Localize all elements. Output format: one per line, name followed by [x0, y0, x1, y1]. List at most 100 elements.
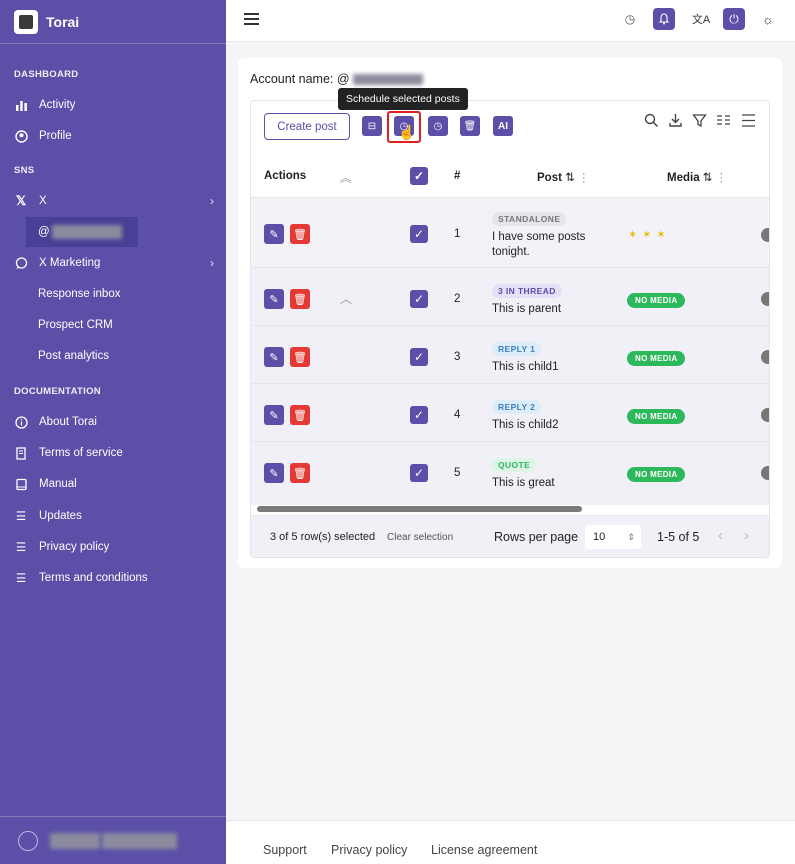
edit-icon[interactable]: ✎ [264, 405, 284, 425]
bell-icon[interactable] [653, 8, 675, 30]
row-checkbox[interactable]: ✓ [410, 406, 428, 424]
row-checkbox[interactable]: ✓ [410, 225, 428, 243]
rows-per-page-select[interactable]: 10 ⇕ [585, 525, 641, 549]
sidebar-item-activity[interactable]: Activity [14, 93, 214, 117]
row-checkbox[interactable]: ✓ [410, 290, 428, 308]
sidebar-item-about[interactable]: About Torai [14, 410, 214, 434]
footer-privacy-link[interactable]: Privacy policy [331, 843, 407, 857]
pagination-range: 1-5 of 5 [657, 530, 700, 544]
row-checkbox[interactable]: ✓ [410, 464, 428, 482]
chevron-right-icon: › [210, 194, 214, 208]
user-circle-icon [14, 129, 28, 143]
edit-icon[interactable]: ✎ [264, 463, 284, 483]
prev-page-icon[interactable]: ‹ [718, 527, 723, 544]
table-row[interactable]: ✎ 🗑 ︿ ✓ 2 3 IN THREAD This is parent NO … [251, 267, 769, 325]
table-header: Actions ︽ ✓ # Post ⇅ ⋮ Media ⇅ ⋮ [251, 157, 769, 197]
table-row[interactable]: ✎ 🗑 ✓ 1 STANDALONE I have some posts ton… [251, 197, 769, 267]
footer-support-link[interactable]: Support [263, 843, 307, 857]
section-dashboard: DASHBOARD [14, 69, 79, 80]
column-menu-icon[interactable]: ⋮ [578, 172, 590, 184]
delete-icon[interactable]: 🗑 [290, 405, 310, 425]
mouse-cursor-icon: ☝ [398, 124, 416, 140]
sidebar-item-x[interactable]: 𝕏 X › [14, 189, 214, 213]
list-icon: ☰ [15, 511, 27, 523]
sidebar-item-terms-of-service[interactable]: Terms of service [14, 441, 214, 465]
app-title: Torai [46, 13, 80, 30]
hamburger-menu-icon[interactable] [244, 13, 259, 25]
clear-selection-button[interactable]: Clear selection [387, 532, 453, 543]
next-page-icon[interactable]: › [744, 527, 749, 544]
density-menu-icon[interactable] [741, 113, 756, 131]
delete-icon[interactable]: 🗑 [290, 463, 310, 483]
post-type-tag: REPLY 2 [492, 400, 542, 414]
chevron-up-icon[interactable]: ︿ [340, 290, 352, 307]
edit-icon[interactable]: ✎ [264, 224, 284, 244]
avatar [18, 830, 38, 851]
x-account-item[interactable]: @ [26, 217, 138, 247]
sidebar-item-updates[interactable]: ☰ Updates [14, 504, 214, 528]
ai-button[interactable]: AI [493, 116, 513, 136]
row-overflow-indicator [761, 350, 769, 364]
edit-icon[interactable]: ✎ [264, 347, 284, 367]
columns-icon[interactable] [716, 113, 731, 131]
sidebar-item-prospect-crm[interactable]: Prospect CRM [38, 319, 113, 331]
sidebar-item-x-marketing[interactable]: X Marketing › [14, 251, 214, 275]
post-type-tag: 3 IN THREAD [492, 284, 562, 298]
sidebar-item-label: Manual [39, 478, 77, 490]
book-icon [14, 477, 28, 491]
row-overflow-indicator [761, 466, 769, 480]
column-menu-icon[interactable]: ⋮ [716, 172, 728, 184]
media-badge: NO MEDIA [627, 467, 686, 482]
sidebar-item-terms-and-conditions[interactable]: ☰ Terms and conditions [14, 566, 214, 590]
section-sns: SNS [14, 165, 35, 176]
delete-icon[interactable]: 🗑 [290, 224, 310, 244]
sun-icon[interactable]: ☼ [757, 8, 779, 30]
history-icon[interactable]: ◷ [619, 8, 641, 30]
post-type-tag: STANDALONE [492, 212, 567, 226]
horizontal-scrollbar[interactable] [257, 506, 582, 512]
sort-icon[interactable]: ⇅ [565, 172, 575, 184]
search-icon[interactable] [644, 113, 659, 131]
unschedule-icon[interactable]: ◷ [428, 116, 448, 136]
sidebar-item-label: X [39, 195, 47, 207]
rows-per-page-value: 10 [593, 531, 606, 543]
sidebar-item-profile[interactable]: Profile [14, 124, 214, 148]
sidebar-item-manual[interactable]: Manual [14, 472, 214, 496]
row-overflow-indicator [761, 228, 769, 242]
rows-per-page-label: Rows per page [494, 530, 579, 544]
redacted-user-name [102, 832, 177, 849]
column-post[interactable]: Post ⇅ ⋮ [537, 170, 589, 184]
sidebar-item-privacy-policy[interactable]: ☰ Privacy policy [14, 535, 214, 559]
power-icon[interactable]: ⏻ [723, 8, 745, 30]
create-post-button[interactable]: Create post [264, 113, 350, 140]
sidebar-item-label: Terms and conditions [39, 572, 148, 584]
sidebar-item-response-inbox[interactable]: Response inbox [38, 288, 120, 300]
brand[interactable]: Torai [0, 0, 226, 44]
list-icon: ☰ [15, 573, 27, 585]
translate-icon[interactable]: 文A [690, 8, 712, 30]
edit-icon[interactable]: ✎ [264, 289, 284, 309]
media-badge: NO MEDIA [627, 409, 686, 424]
row-number: 3 [454, 351, 461, 363]
sidebar-user[interactable] [0, 816, 226, 864]
trash-icon[interactable]: 🗑 [460, 116, 480, 136]
row-checkbox[interactable]: ✓ [410, 348, 428, 366]
table-row[interactable]: ✎ 🗑 ✓ 3 REPLY 1 This is child1 NO MEDIA [251, 325, 769, 383]
row-number: 5 [454, 467, 461, 479]
filter-icon[interactable] [692, 113, 707, 131]
delete-icon[interactable]: 🗑 [290, 347, 310, 367]
select-all-checkbox[interactable]: ✓ [410, 167, 428, 185]
table-row[interactable]: ✎ 🗑 ✓ 4 REPLY 2 This is child2 NO MEDIA [251, 383, 769, 441]
sort-icon[interactable]: ⇅ [703, 172, 713, 184]
column-media[interactable]: Media ⇅ ⋮ [667, 170, 727, 184]
table-row[interactable]: ✎ 🗑 ✓ 5 QUOTE This is great NO MEDIA [251, 441, 769, 505]
delete-icon[interactable]: 🗑 [290, 289, 310, 309]
redacted-account-name [353, 74, 424, 86]
download-icon[interactable] [668, 113, 683, 131]
x-logo-icon: 𝕏 [15, 193, 27, 208]
footer-license-link[interactable]: License agreement [431, 843, 537, 857]
sidebar-item-label: Activity [39, 99, 76, 111]
collapse-all-icon[interactable]: ︽ [340, 170, 352, 186]
sidebar-item-post-analytics[interactable]: Post analytics [38, 350, 109, 362]
archive-icon[interactable]: ⊟ [362, 116, 382, 136]
